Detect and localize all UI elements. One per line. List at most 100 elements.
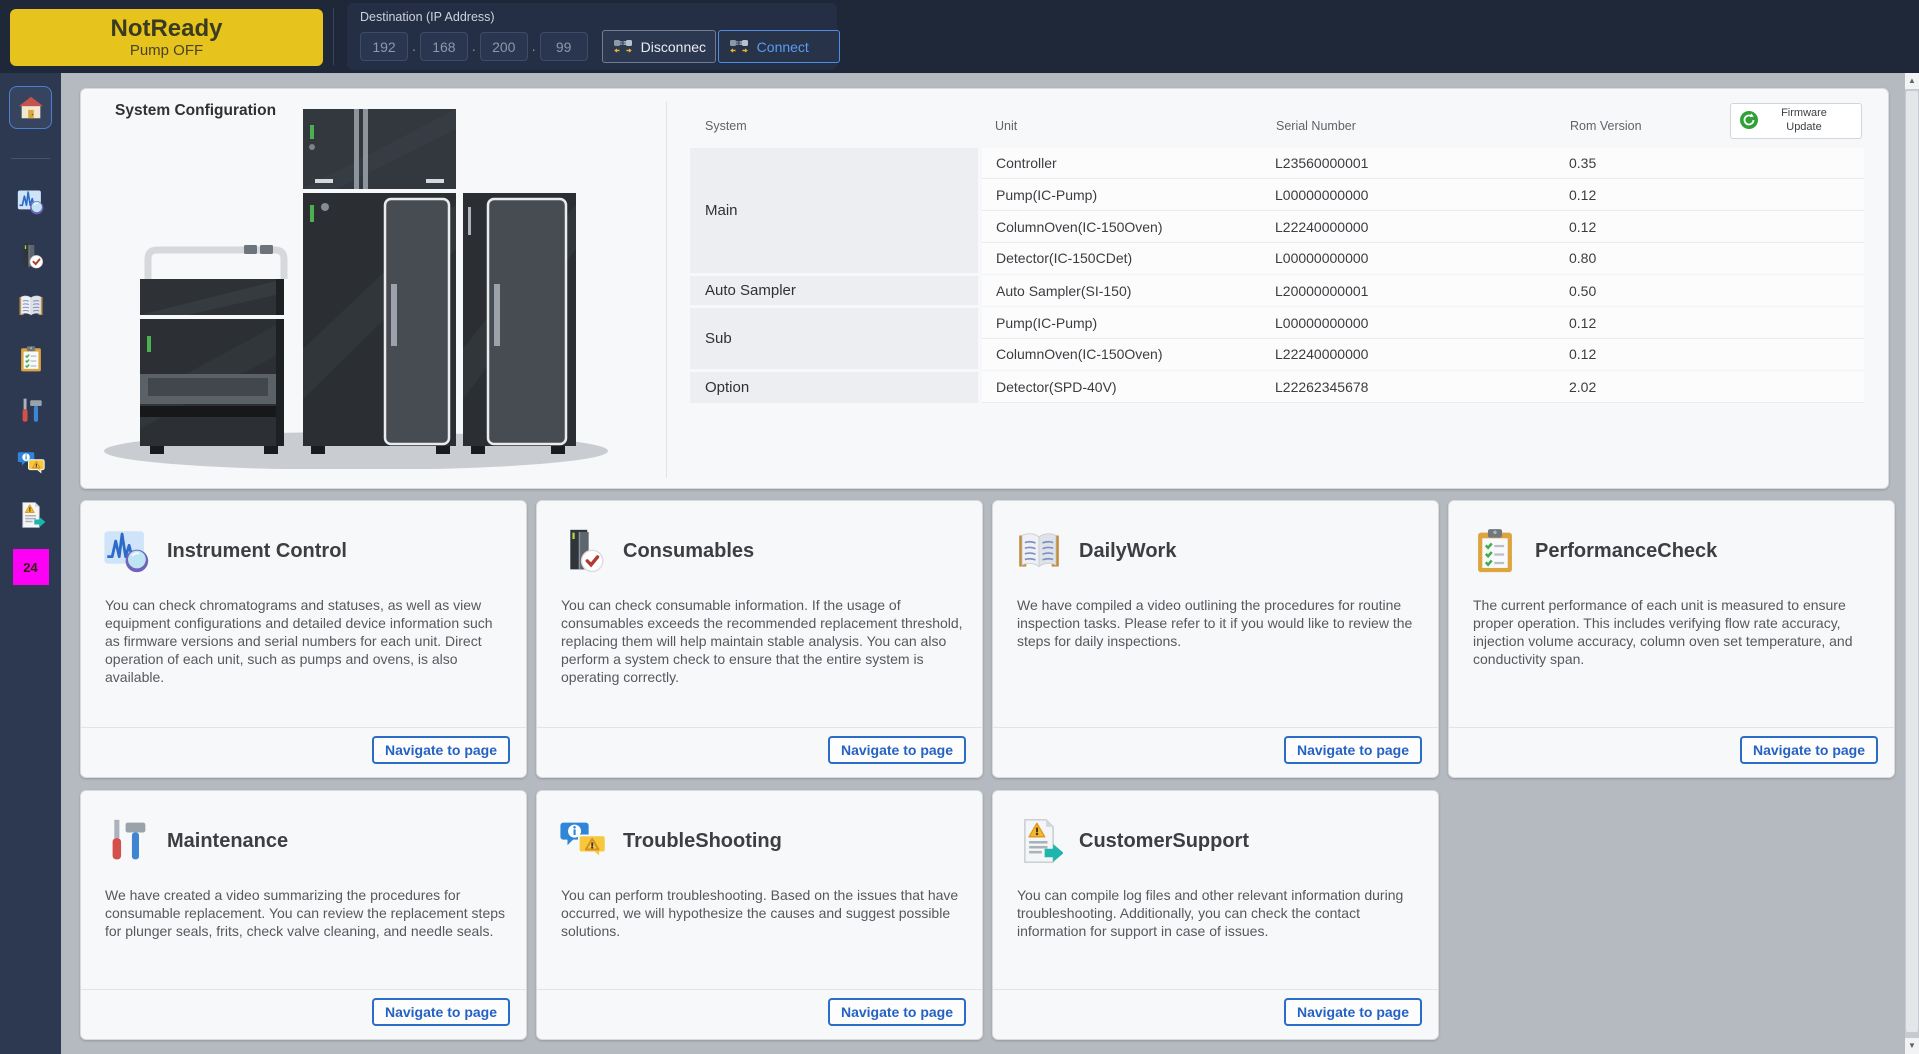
card-dailywork: DailyWork We have compiled a video outlin… (992, 500, 1439, 778)
scrollbar-thumb[interactable] (1906, 91, 1918, 1032)
rom-version-cell: 2.02 (1555, 371, 1864, 403)
sidebar-item-consumables[interactable] (0, 234, 61, 278)
column-header: Rom Version (1555, 111, 1864, 147)
navigate-to-page-button[interactable]: Navigate to page (372, 736, 510, 764)
chat-alert-icon (559, 817, 607, 865)
doc-arrow-icon (1015, 817, 1063, 865)
ip-dot: . (412, 32, 416, 61)
status-badge: NotReady Pump OFF (10, 9, 323, 66)
navigate-to-page-button[interactable]: Navigate to page (1284, 998, 1422, 1026)
unit-cell: Detector(SPD-40V) (980, 371, 1261, 403)
card-description: You can compile log files and other rele… (1017, 887, 1419, 941)
cabinet-check-icon (17, 242, 45, 270)
system-group-cell: Auto Sampler (690, 275, 980, 307)
cards-row-1: Instrument Control You can check chromato… (80, 500, 1895, 778)
destination-label: Destination (IP Address) (360, 10, 495, 24)
chat-alert-icon (17, 449, 45, 477)
unit-cell: Pump(IC-Pump) (980, 179, 1261, 211)
system-configuration-panel: System Configuration (80, 88, 1889, 489)
card-description: You can check chromatograms and statuses… (105, 597, 507, 687)
app-root: NotReady Pump OFF Destination (IP Addres… (0, 0, 1919, 1054)
sidebar-item-dailywork[interactable] (0, 284, 61, 328)
card-troubleshooting: TroubleShooting You can perform troublesh… (536, 790, 983, 1040)
disconnect-button[interactable]: Disconnect (602, 30, 716, 63)
rom-version-cell: 0.50 (1555, 275, 1864, 307)
chromatogram-icon (17, 188, 45, 216)
navigate-to-page-button[interactable]: Navigate to page (828, 736, 966, 764)
ip-address-fields: ... (360, 32, 588, 61)
column-header: Serial Number (1261, 111, 1555, 147)
system-group-cell: Main (690, 147, 980, 275)
table-row: SubPump(IC-Pump)L000000000000.12 (690, 307, 1864, 339)
card-title: Maintenance (167, 830, 288, 853)
panel-divider (666, 101, 667, 478)
destination-group: Destination (IP Address) ... Disconnect … (347, 3, 837, 70)
vertical-scrollbar[interactable]: ▲ ▼ (1905, 73, 1919, 1054)
serial-number-cell: L20000000001 (1261, 275, 1555, 307)
ip-octet-input-4[interactable] (540, 32, 588, 61)
card-title: PerformanceCheck (1535, 540, 1717, 563)
sidebar-item-maintenance[interactable] (0, 389, 61, 433)
navigate-to-page-button[interactable]: Navigate to page (1284, 736, 1422, 764)
card-customersupport: CustomerSupport You can compile log files… (992, 790, 1439, 1040)
serial-number-cell: L00000000000 (1261, 307, 1555, 339)
card-description: We have compiled a video outlining the p… (1017, 597, 1419, 651)
unit-cell: Auto Sampler(SI-150) (980, 275, 1261, 307)
navigate-to-page-button[interactable]: Navigate to page (372, 998, 510, 1026)
table-row: Auto SamplerAuto Sampler(SI-150)L2000000… (690, 275, 1864, 307)
unit-cell: ColumnOven(IC-150Oven) (980, 211, 1261, 243)
topbar: NotReady Pump OFF Destination (IP Addres… (0, 0, 1919, 73)
sidebar-item-customersupport[interactable] (0, 493, 61, 537)
main-content: System Configuration (61, 73, 1905, 1054)
card-description: We have created a video summarizing the … (105, 887, 507, 941)
ip-octet-input-1[interactable] (360, 32, 408, 61)
table-row: OptionDetector(SPD-40V)L222623456782.02 (690, 371, 1864, 403)
sidebar-item-home[interactable] (9, 86, 52, 129)
navigate-to-page-button[interactable]: Navigate to page (828, 998, 966, 1026)
scroll-down-arrow-icon[interactable]: ▼ (1905, 1038, 1919, 1054)
sidebar-item-troubleshooting[interactable] (0, 441, 61, 485)
cards-row-2: Maintenance We have created a video summa… (80, 790, 1439, 1040)
connect-button[interactable]: Connect (718, 30, 840, 63)
column-header: System (690, 111, 980, 147)
book-icon (1015, 527, 1063, 575)
rom-version-cell: 0.12 (1555, 339, 1864, 371)
clipboard-icon (1471, 527, 1519, 575)
ip-octet-input-3[interactable] (480, 32, 528, 61)
serial-number-cell: L00000000000 (1261, 243, 1555, 275)
unit-cell: ColumnOven(IC-150Oven) (980, 339, 1261, 371)
sidebar-item-notification-badge[interactable]: 24 (0, 545, 61, 589)
sidebar-item-performancecheck[interactable] (0, 337, 61, 381)
sidebar: 24 (0, 73, 61, 1054)
card-description: You can check consumable information. If… (561, 597, 963, 687)
serial-number-cell: L00000000000 (1261, 179, 1555, 211)
rom-version-cell: 0.35 (1555, 147, 1864, 179)
card-title: TroubleShooting (623, 830, 782, 853)
plug-icon (728, 39, 750, 54)
home-icon (17, 94, 45, 122)
status-state: NotReady (10, 16, 323, 42)
serial-number-cell: L22240000000 (1261, 339, 1555, 371)
system-table: SystemUnitSerial NumberRom Version MainC… (690, 111, 1864, 403)
rom-version-cell: 0.12 (1555, 179, 1864, 211)
card-description: You can perform troubleshooting. Based o… (561, 887, 963, 941)
cabinet-check-icon (559, 527, 607, 575)
system-group-cell: Sub (690, 307, 980, 371)
sidebar-divider (11, 158, 50, 159)
ip-dot: . (472, 32, 476, 61)
card-title: Instrument Control (167, 540, 347, 563)
doc-arrow-icon (17, 501, 45, 529)
scroll-up-arrow-icon[interactable]: ▲ (1905, 73, 1919, 89)
ip-octet-input-2[interactable] (420, 32, 468, 61)
table-row: MainControllerL235600000010.35 (690, 147, 1864, 179)
sidebar-item-instrument-control[interactable] (0, 180, 61, 224)
card-title: CustomerSupport (1079, 830, 1249, 853)
serial-number-cell: L22262345678 (1261, 371, 1555, 403)
system-group-cell: Option (690, 371, 980, 403)
column-header: Unit (980, 111, 1261, 147)
unit-cell: Controller (980, 147, 1261, 179)
topbar-divider (333, 8, 334, 65)
card-title: DailyWork (1079, 540, 1176, 563)
navigate-to-page-button[interactable]: Navigate to page (1740, 736, 1878, 764)
book-icon (17, 292, 45, 320)
